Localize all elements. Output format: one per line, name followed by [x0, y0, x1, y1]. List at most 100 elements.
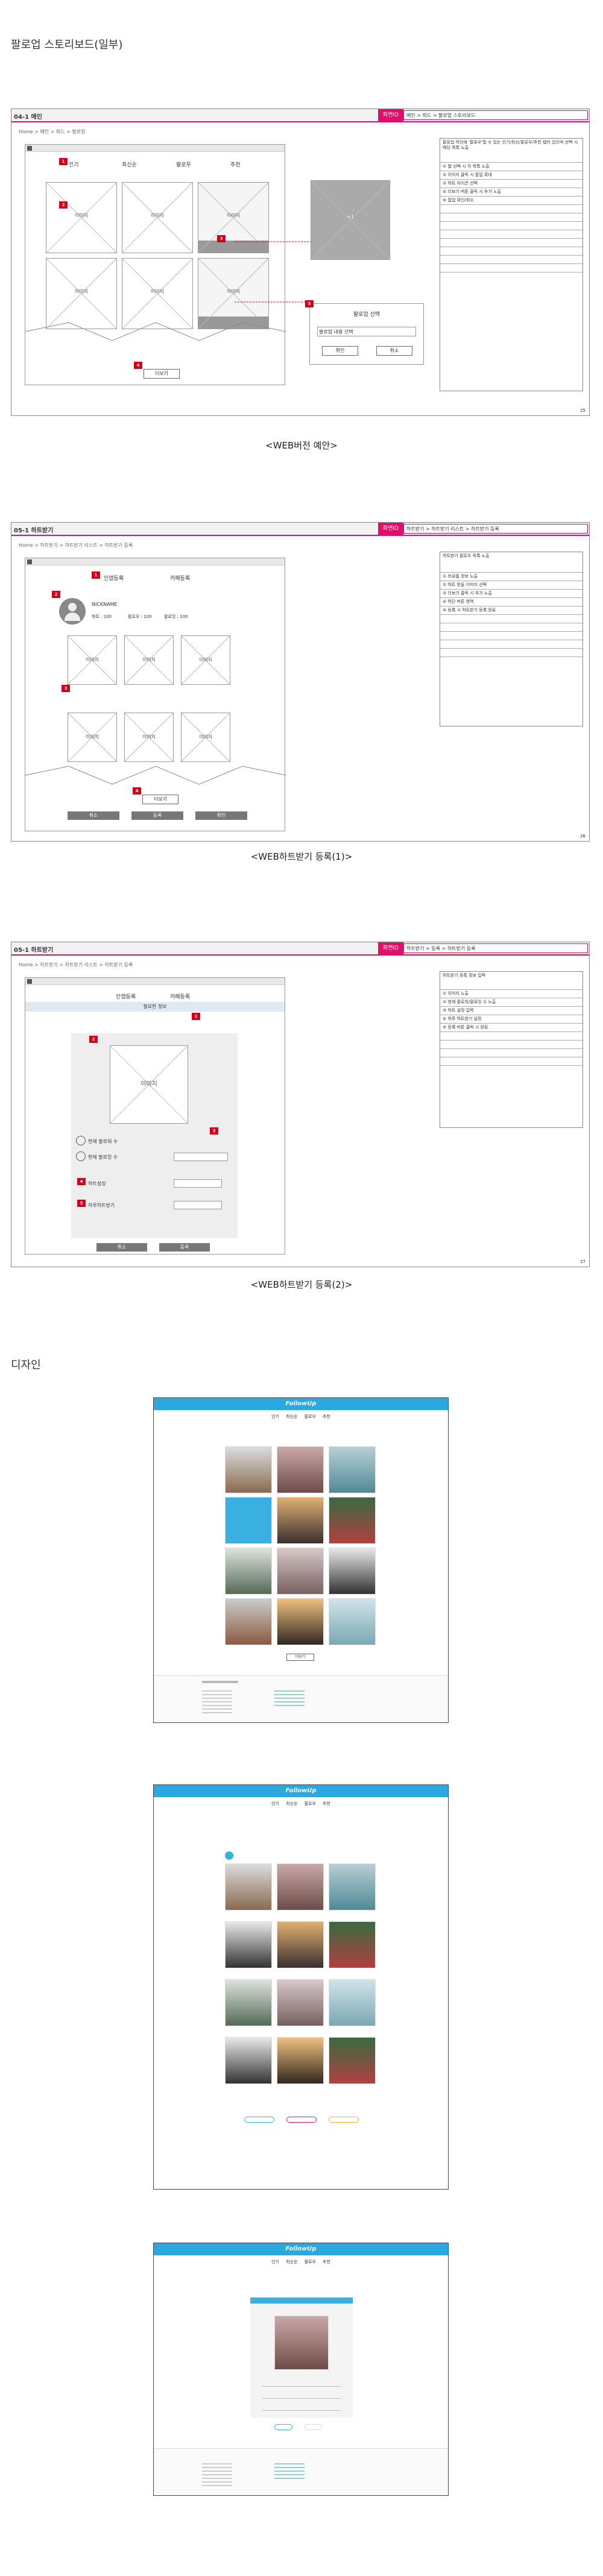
- nav-item[interactable]: 최신순: [286, 2260, 297, 2264]
- popup-cancel-button[interactable]: 취소: [376, 346, 412, 356]
- field[interactable]: [174, 1153, 228, 1161]
- nav-item[interactable]: 팔로우: [305, 1801, 316, 1806]
- photo[interactable]: [277, 2037, 324, 2084]
- photo[interactable]: [225, 1497, 272, 1544]
- caption: <WEB하트받기 등록(2)>: [250, 1279, 353, 1290]
- window-icon: [27, 559, 32, 564]
- thumb[interactable]: 이미지: [68, 635, 117, 685]
- cancel-button[interactable]: [244, 2117, 274, 2123]
- footer-text: [202, 1690, 232, 1715]
- field[interactable]: [262, 2406, 341, 2411]
- screen-path: 하트받기 > 등록 > 하트받기 등록: [403, 943, 588, 953]
- user-icon: [76, 1136, 86, 1145]
- thumb[interactable]: 이미지: [122, 182, 193, 253]
- register-button[interactable]: 등록: [159, 1243, 210, 1252]
- marker-2: 2: [89, 1036, 98, 1043]
- more-button[interactable]: 더보기: [142, 795, 178, 804]
- thumb[interactable]: 이미지: [124, 713, 174, 762]
- logo: FollowUp: [285, 1787, 317, 1794]
- cancel-button[interactable]: 취소: [68, 811, 119, 820]
- field[interactable]: [262, 2382, 341, 2387]
- photo[interactable]: [329, 1497, 376, 1544]
- register-image[interactable]: 이미지: [110, 1045, 188, 1124]
- photo[interactable]: [329, 1446, 376, 1493]
- field[interactable]: [174, 1179, 222, 1188]
- photo[interactable]: [225, 1598, 272, 1645]
- photo[interactable]: [277, 1979, 324, 2026]
- thumb[interactable]: 이미지: [181, 635, 230, 685]
- more-button[interactable]: 더보기: [144, 369, 180, 379]
- photo[interactable]: [225, 1446, 272, 1493]
- nav-item[interactable]: 팔로우: [305, 2260, 316, 2264]
- popup-ok-button[interactable]: 확인: [322, 346, 358, 356]
- tab-inapp[interactable]: 인앱등록: [104, 574, 124, 582]
- stat: 팔로잉 : 100: [164, 614, 188, 619]
- thumb[interactable]: 이미지: [181, 713, 230, 762]
- connector-lines: [235, 241, 311, 303]
- nav-item[interactable]: 추천: [323, 1414, 330, 1419]
- nav-item[interactable]: 추천: [323, 2260, 330, 2264]
- breadcrumb: Home > 하트받기 > 하트받기 리스트 > 하트받기 등록: [19, 962, 133, 968]
- nav-item[interactable]: 인기: [271, 1414, 279, 1419]
- photo[interactable]: [225, 1979, 272, 2026]
- tab-recommend[interactable]: 추천: [230, 160, 241, 168]
- form-row-label: 하트설정: [88, 1181, 106, 1186]
- tab-cafe[interactable]: 카페등록: [170, 574, 190, 582]
- thumb[interactable]: 이미지: [68, 713, 117, 762]
- photo[interactable]: [277, 1921, 324, 1968]
- photo[interactable]: [329, 1548, 376, 1595]
- confirm-button[interactable]: [329, 2117, 359, 2123]
- form-header: [250, 2297, 353, 2304]
- tab-latest[interactable]: 최신순: [122, 160, 137, 168]
- nav-item[interactable]: 팔로우: [305, 1414, 316, 1419]
- nav-item[interactable]: 인기: [271, 2260, 279, 2264]
- description-table: 하트받기 등록 정보 입력 ① 이미지 노출 ② 현재 팔로워/팔로잉 수 노출…: [440, 971, 583, 1128]
- stat: 하트 : 100: [92, 614, 112, 619]
- photo[interactable]: [329, 2037, 376, 2084]
- nav-item[interactable]: 인기: [271, 1801, 279, 1806]
- nav-item[interactable]: 최신순: [286, 1801, 297, 1806]
- form-panel: [250, 2297, 353, 2418]
- photo[interactable]: [277, 1446, 324, 1493]
- screen-id-tag: 화면ID: [378, 523, 403, 535]
- field[interactable]: [174, 1201, 222, 1209]
- register-button[interactable]: 등록: [131, 811, 183, 820]
- photo[interactable]: [225, 2037, 272, 2084]
- photo[interactable]: [277, 1497, 324, 1544]
- cancel-button[interactable]: [274, 2424, 292, 2430]
- register-button[interactable]: [286, 2117, 317, 2123]
- field[interactable]: [262, 2394, 341, 2399]
- register-button[interactable]: [305, 2424, 323, 2430]
- photo[interactable]: [225, 1548, 272, 1595]
- photo[interactable]: [277, 1863, 324, 1910]
- footer: [154, 2448, 448, 2495]
- browser-bar: [25, 145, 285, 152]
- web-frame: 인앱등록 카페등록 필요한 정보 1 2 이미지 3 현재 팔로워 수 현재 팔…: [25, 977, 285, 1255]
- photo[interactable]: [329, 1921, 376, 1968]
- tab-popular[interactable]: 인기: [69, 160, 79, 168]
- tab-cafe[interactable]: 카페등록: [170, 992, 190, 1000]
- nav-item[interactable]: 추천: [323, 1801, 330, 1806]
- register-image[interactable]: [274, 2316, 329, 2370]
- photo[interactable]: [225, 1921, 272, 1968]
- photo[interactable]: [225, 1863, 272, 1910]
- thumb[interactable]: 이미지: [122, 258, 193, 329]
- photo[interactable]: [277, 1598, 324, 1645]
- confirm-button[interactable]: 확인: [195, 811, 247, 820]
- more-button[interactable]: 더보기: [286, 1654, 314, 1661]
- cancel-button[interactable]: 취소: [96, 1243, 147, 1252]
- thumb[interactable]: 이미지: [46, 182, 117, 253]
- photo[interactable]: [329, 1863, 376, 1910]
- form-row-label: 하루하트받기: [88, 1203, 115, 1208]
- photo[interactable]: [277, 1548, 324, 1595]
- tab-inapp[interactable]: 인앱등록: [116, 992, 136, 1000]
- thumb[interactable]: 이미지: [124, 635, 174, 685]
- nav-item[interactable]: 최신순: [286, 1414, 297, 1419]
- popup-select[interactable]: 팔로업 내용 선택: [317, 327, 416, 336]
- window-icon: [27, 979, 32, 984]
- photo[interactable]: [329, 1979, 376, 2026]
- tab-follow[interactable]: 팔로우: [176, 160, 191, 168]
- screen-path: 메인 > 피드 > 팔로업 스토리보드: [403, 110, 588, 120]
- thumb[interactable]: 이미지: [46, 258, 117, 329]
- photo[interactable]: [329, 1598, 376, 1645]
